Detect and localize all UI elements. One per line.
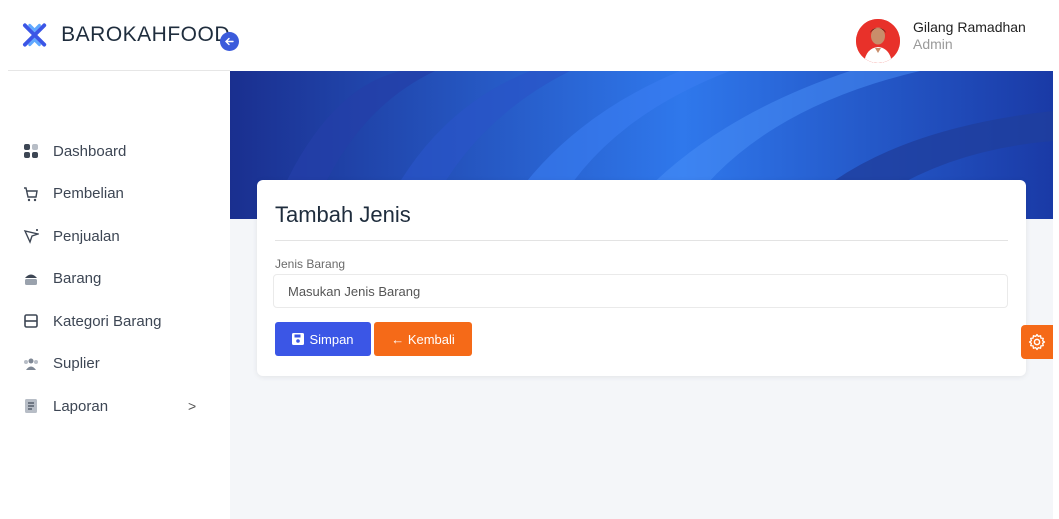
page-scrollbar[interactable]	[1053, 71, 1059, 519]
arrow-left-icon	[225, 37, 234, 46]
sidebar: BAROKAHFOOD Dashboard Pembelian Penjuala…	[0, 0, 230, 519]
sidebar-item-label: Pembelian	[53, 185, 124, 203]
save-button[interactable]: Simpan	[275, 322, 371, 356]
sidebar-item-label: Barang	[53, 270, 102, 288]
sidebar-item-barang[interactable]: Barang	[0, 258, 230, 301]
brand-logo-icon	[22, 23, 47, 47]
user-menu[interactable]: Gilang Ramadhan Admin	[856, 19, 1026, 63]
sidebar-item-label: Penjualan	[53, 227, 120, 245]
user-role: Admin	[913, 36, 953, 52]
box-icon	[23, 271, 39, 287]
avatar[interactable]	[856, 19, 900, 63]
brand[interactable]: BAROKAHFOOD	[8, 0, 230, 71]
sidebar-item-penjualan[interactable]: Penjualan	[0, 215, 230, 258]
jenis-barang-label: Jenis Barang	[275, 257, 346, 271]
sidebar-item-label: Suplier	[53, 355, 100, 373]
brand-name: BAROKAHFOOD	[61, 23, 230, 46]
sidebar-item-pembelian[interactable]: Pembelian	[0, 173, 230, 216]
user-photo-icon	[856, 19, 900, 63]
sidebar-item-label: Kategori Barang	[53, 312, 162, 330]
sidebar-item-label: Laporan	[53, 397, 109, 415]
users-icon	[23, 356, 39, 372]
user-info: Gilang Ramadhan Admin	[913, 19, 1026, 53]
user-name: Gilang Ramadhan	[913, 19, 1026, 35]
sidebar-item-label: Dashboard	[53, 142, 127, 160]
save-button-label: Simpan	[309, 331, 354, 347]
jenis-barang-input[interactable]	[273, 274, 1008, 308]
sidebar-item-suplier[interactable]: Suplier	[0, 343, 230, 386]
back-button[interactable]: ← Kembali	[374, 322, 472, 356]
settings-button[interactable]	[1021, 325, 1053, 359]
gear-icon	[1028, 333, 1046, 351]
form-card: Tambah Jenis Jenis Barang Simpan ← Kemba…	[257, 180, 1026, 376]
cart-icon	[23, 186, 39, 202]
divider	[275, 240, 1008, 241]
page-title: Tambah Jenis	[275, 202, 411, 227]
report-icon	[23, 398, 39, 414]
sidebar-item-laporan[interactable]: Laporan >	[0, 385, 230, 428]
sidebar-item-kategori-barang[interactable]: Kategori Barang	[0, 300, 230, 343]
chevron-right-icon: >	[188, 398, 197, 414]
dashboard-icon	[23, 143, 39, 159]
sidebar-nav: Dashboard Pembelian Penjualan Barang Kat…	[0, 130, 230, 428]
sidebar-item-dashboard[interactable]: Dashboard	[0, 130, 230, 173]
sidebar-collapse-button[interactable]	[220, 32, 239, 51]
back-button-label: ← Kembali	[391, 331, 455, 347]
sales-icon	[23, 228, 39, 245]
category-icon	[23, 313, 39, 329]
floppy-disk-icon	[292, 333, 305, 345]
